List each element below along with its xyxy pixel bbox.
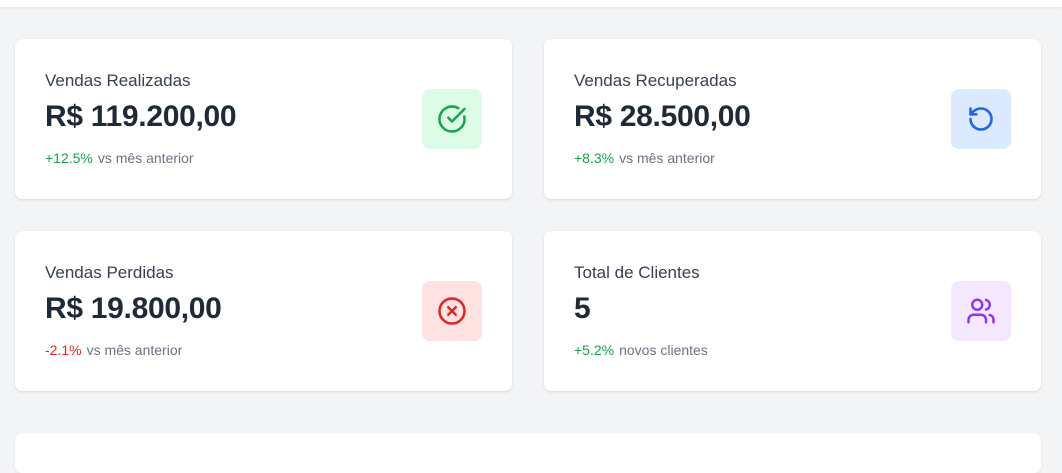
stat-card-delta: +8.3% [574,150,615,166]
stat-card-note: novos clientes [619,342,708,358]
stat-card-title: Vendas Realizadas [45,71,191,90]
stat-card-note: vs mês anterior [86,342,183,358]
check-circle-icon [422,89,482,149]
top-header-bar [0,0,1062,7]
stat-card-delta: +12.5% [45,150,93,166]
stat-card-footer: +5.2% novos clientes [574,342,708,358]
stat-card-value: R$ 19.800,00 [45,292,222,325]
stat-card-footer: -2.1% vs mês anterior [45,342,182,358]
stat-card-total-clientes: Total de Clientes 5 +5.2% novos clientes [544,231,1041,391]
users-icon [951,281,1011,341]
stat-card-value: 5 [574,292,591,325]
stat-card-note: vs mês anterior [97,150,194,166]
stat-card-value: R$ 119.200,00 [45,100,237,133]
stat-card-vendas-realizadas: Vendas Realizadas R$ 119.200,00 +12.5% vs… [15,39,512,199]
rotate-ccw-icon [951,89,1011,149]
stat-card-value: R$ 28.500,00 [574,100,751,133]
stat-card-vendas-perdidas: Vendas Perdidas R$ 19.800,00 -2.1% vs mês… [15,231,512,391]
stat-card-title: Vendas Recuperadas [574,71,737,90]
stat-card-vendas-recuperadas: Vendas Recuperadas R$ 28.500,00 +8.3% vs … [544,39,1041,199]
stat-card-title: Total de Clientes [574,263,700,282]
next-section-card [15,433,1041,473]
x-circle-icon [422,281,482,341]
stat-card-note: vs mês anterior [619,150,715,166]
stat-card-delta: +5.2% [574,342,615,358]
stat-card-footer: +12.5% vs mês anterior [45,150,194,166]
stat-card-delta: -2.1% [45,342,82,358]
stat-card-title: Vendas Perdidas [45,263,174,282]
stat-card-footer: +8.3% vs mês anterior [574,150,715,166]
